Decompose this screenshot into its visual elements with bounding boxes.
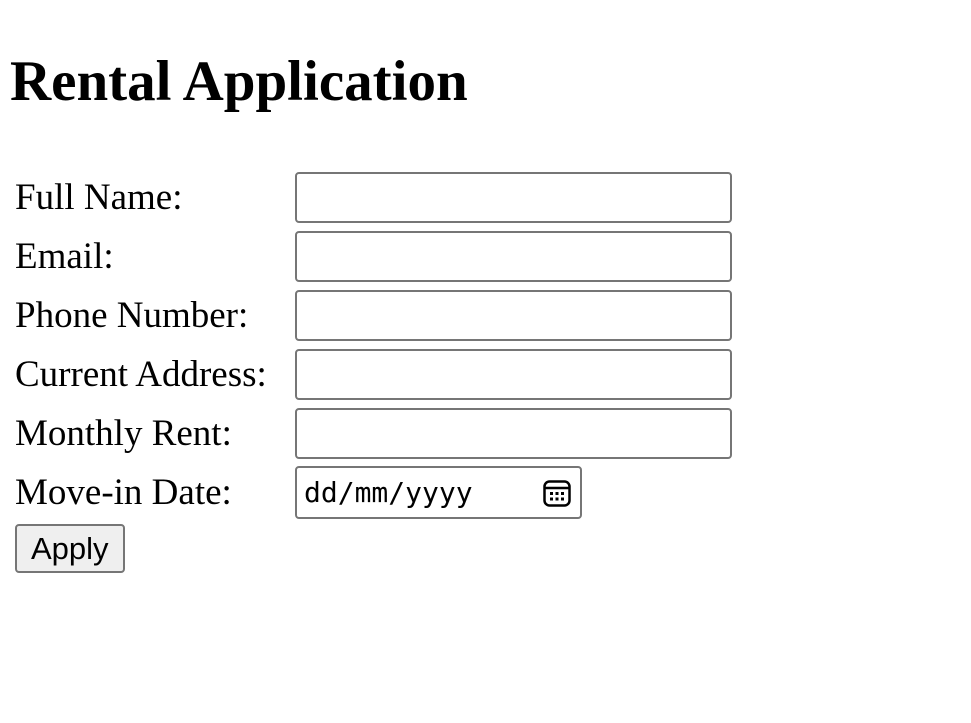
form-row-phone: Phone Number:: [15, 290, 732, 341]
form-row-email: Email:: [15, 231, 732, 282]
move-in-date-input[interactable]: dd/mm/yyyy: [295, 466, 582, 519]
form-actions: Apply: [15, 524, 732, 573]
monthly-rent-label: Monthly Rent:: [15, 413, 232, 454]
form-row-monthly-rent: Monthly Rent:: [15, 408, 732, 459]
monthly-rent-input[interactable]: [295, 408, 732, 459]
full-name-label: Full Name:: [15, 177, 183, 218]
current-address-input[interactable]: [295, 349, 732, 400]
page-title: Rental Application: [10, 50, 468, 113]
full-name-input[interactable]: [295, 172, 732, 223]
move-in-date-label: Move-in Date:: [15, 472, 232, 513]
form-row-current-address: Current Address:: [15, 349, 732, 400]
current-address-label: Current Address:: [15, 354, 267, 395]
phone-number-label: Phone Number:: [15, 295, 249, 336]
phone-number-input[interactable]: [295, 290, 732, 341]
email-label: Email:: [15, 236, 114, 277]
date-placeholder[interactable]: dd/mm/yyyy: [304, 468, 473, 517]
form-row-move-in-date: Move-in Date: dd/mm/yyyy: [15, 466, 732, 519]
calendar-icon[interactable]: [542, 478, 572, 508]
form-row-full-name: Full Name:: [15, 172, 732, 223]
email-input[interactable]: [295, 231, 732, 282]
rental-application-form: Full Name: Email: Phone Number: Current …: [15, 172, 732, 573]
apply-button[interactable]: Apply: [15, 524, 125, 573]
